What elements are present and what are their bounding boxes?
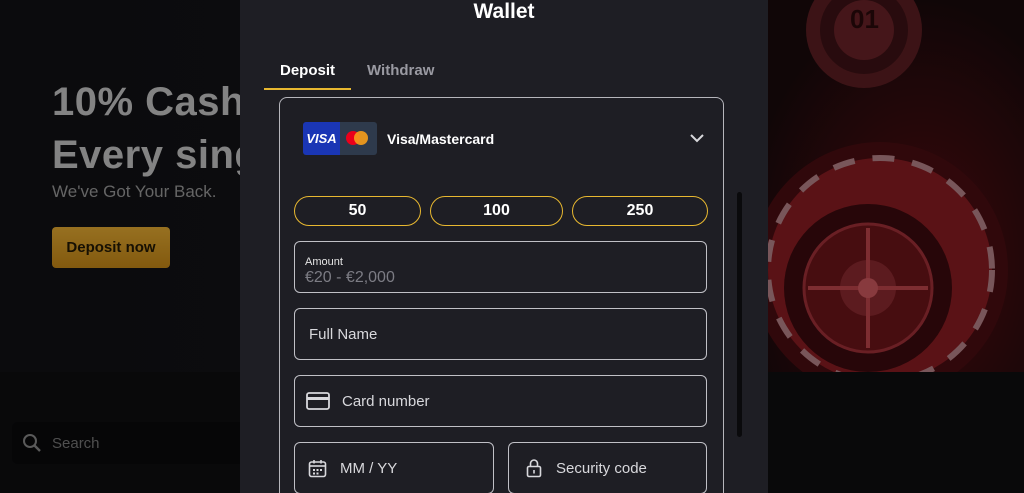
credit-card-icon [306,392,330,410]
quick-amounts: 50 100 250 [294,196,708,226]
full-name-field[interactable]: Full Name [294,308,707,360]
modal-scrollbar[interactable] [737,192,742,437]
visa-logo: VISA [303,122,340,155]
quick-amount-100[interactable]: 100 [430,196,563,226]
card-logos: VISA [303,122,377,155]
expiry-placeholder: MM / YY [340,459,398,477]
deposit-form: VISA Visa/Mastercard 50 100 250 Amount €… [279,97,724,493]
calendar-icon [308,459,327,477]
payment-method-label: Visa/Mastercard [387,130,495,147]
card-number-placeholder: Card number [342,392,430,410]
security-code-placeholder: Security code [556,459,647,477]
amount-placeholder: €20 - €2,000 [305,269,395,286]
full-name-placeholder: Full Name [309,325,378,343]
tab-deposit[interactable]: Deposit [264,62,352,90]
wallet-tabs: Deposit Withdraw [264,62,450,90]
amount-label: Amount [305,256,343,268]
screen: 01 10% Cashback Every single day We've G… [0,0,1024,493]
quick-amount-250[interactable]: 250 [572,196,708,226]
tab-withdraw[interactable]: Withdraw [351,62,450,90]
expiry-field[interactable]: MM / YY [294,442,494,493]
mastercard-logo [340,122,377,155]
modal-title: Wallet [473,0,535,23]
amount-field[interactable]: Amount €20 - €2,000 [294,241,707,293]
chevron-down-icon[interactable] [689,132,705,144]
security-code-field[interactable]: Security code [508,442,707,493]
lock-icon [526,459,542,478]
wallet-modal: Wallet Deposit Withdraw VISA Visa/Master… [240,0,768,493]
quick-amount-50[interactable]: 50 [294,196,421,226]
card-number-field[interactable]: Card number [294,375,707,427]
payment-method-selector[interactable]: VISA Visa/Mastercard [303,122,494,155]
